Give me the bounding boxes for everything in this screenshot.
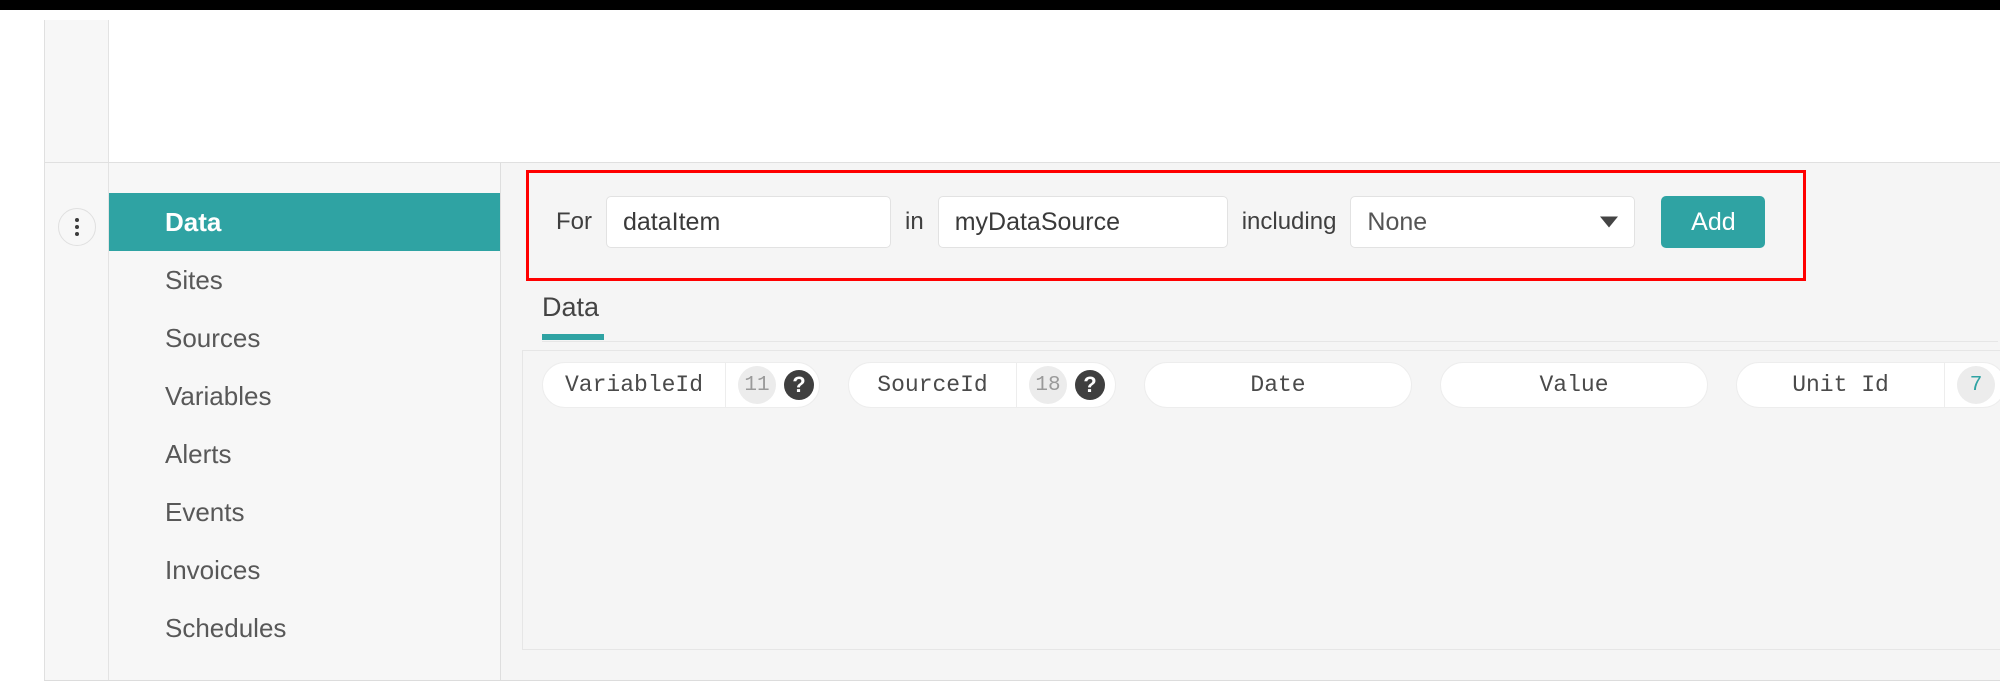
field-count-badge: 11 [738,366,777,404]
tab-strip: Data [542,292,1998,342]
field-pill-date[interactable]: Date [1144,362,1412,408]
sidebar-item-invoices[interactable]: Invoices [109,541,500,599]
screenshot-root: DataSource’s Name Data Sites Sources [0,0,2000,685]
sidebar-item-label: Sources [165,322,261,353]
tab-active-indicator [542,334,604,340]
sidebar-item-sources[interactable]: Sources [109,309,500,367]
sidebar-item-label: Variables [165,380,272,411]
add-button[interactable]: Add [1661,196,1766,248]
help-icon[interactable]: ? [1075,370,1105,400]
field-pill-label: Value [1539,372,1609,398]
including-select-value: None [1367,207,1428,236]
tab-data[interactable]: Data [542,292,599,333]
sidebar-item-label: Events [165,496,245,527]
help-icon[interactable]: ? [784,370,815,400]
sidebar-item-schedules[interactable]: Schedules [109,599,500,657]
field-pill-label: Date [1250,372,1306,398]
field-pill-row: VariableId 11 ? SourceId 18 ? Date Value [542,362,2000,408]
sidebar-item-data[interactable]: Data [109,193,500,251]
field-pill-label: SourceId [877,372,988,398]
left-rail [44,163,109,681]
sidebar-item-label: Invoices [165,554,261,585]
chevron-down-icon [1600,216,1619,228]
field-pill-unitid[interactable]: Unit Id 7 [1736,362,2000,408]
including-label: including [1241,208,1337,235]
field-count-badge: 18 [1029,366,1067,404]
sidebar-item-variables[interactable]: Variables [109,367,500,425]
including-select[interactable]: None [1350,196,1636,248]
app-window: Data Sites Sources Variables Alerts Even… [22,10,2000,685]
header-rail-cell [44,20,109,163]
sidebar-item-label: Data [165,206,222,237]
sidebar-item-alerts[interactable]: Alerts [109,425,500,483]
window-left-edge [44,20,45,681]
field-pill-label: VariableId [565,372,704,398]
field-pill-variableid[interactable]: VariableId 11 ? [542,362,820,408]
window-header-band [44,20,2000,163]
field-pill-value[interactable]: Value [1440,362,1708,408]
tab-label: Data [542,292,600,322]
field-pill-tail: 11 ? [725,363,819,407]
top-black-bar [0,0,2000,10]
window-bottom-edge [44,680,2000,681]
field-pill-label: Unit Id [1792,372,1889,398]
query-builder-bar: For dataItem in myDataSource including N… [542,196,1766,248]
in-label: in [905,208,924,235]
datasource-name-input[interactable]: myDataSource [937,196,1228,248]
sidebar-item-label: Schedules [165,612,287,643]
for-label: For [556,208,592,235]
kebab-menu-icon[interactable] [58,208,96,246]
data-item-input[interactable]: dataItem [606,196,891,248]
field-count-badge: 7 [1957,366,1995,404]
field-pill-sourceid[interactable]: SourceId 18 ? [848,362,1116,408]
sidebar-nav: Data Sites Sources Variables Alerts Even… [109,163,501,681]
sidebar-item-sites[interactable]: Sites [109,251,500,309]
field-pill-tail: 18 ? [1016,363,1115,407]
sidebar-item-label: Sites [165,264,223,295]
sidebar-item-events[interactable]: Events [109,483,500,541]
sidebar-item-label: Alerts [165,438,232,469]
field-pill-tail: 7 [1944,363,2000,407]
